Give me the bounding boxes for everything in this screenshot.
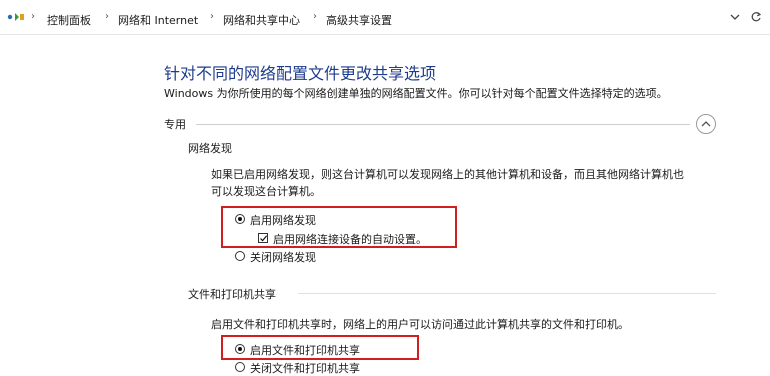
control-panel-icon [7, 11, 25, 23]
network-discovery-description: 如果已启用网络发现，则这台计算机可以发现网络上的其他计算机和设备，而且其他网络计… [211, 166, 711, 200]
radio-unselected[interactable] [235, 251, 245, 261]
breadcrumb-control-panel[interactable]: 控制面板 [47, 12, 91, 28]
file-printer-sharing-description: 启用文件和打印机共享时，网络上的用户可以访问通过此计算机共享的文件和打印机。 [211, 318, 629, 331]
divider [298, 293, 716, 294]
collapse-button[interactable] [696, 114, 716, 134]
breadcrumb-separator: › [210, 11, 214, 22]
profile-label: 专用 [164, 118, 186, 131]
address-bar[interactable]: › 控制面板 › 网络和 Internet › 网络和共享中心 › 高级共享设置 [0, 0, 770, 35]
highlight-box [221, 206, 457, 248]
highlight-box [221, 335, 419, 360]
chevron-down-icon[interactable] [730, 12, 740, 22]
page-title: 针对不同的网络配置文件更改共享选项 [164, 64, 437, 83]
breadcrumb-separator: › [313, 11, 317, 22]
breadcrumb-advanced-sharing[interactable]: 高级共享设置 [326, 12, 392, 28]
profile-section-header: 专用 [164, 114, 724, 134]
radio-unselected[interactable] [235, 362, 245, 372]
network-discovery-description-line: 可以发现这台计算机。 [211, 185, 321, 198]
address-bar-controls [730, 8, 766, 26]
breadcrumb-network-internet[interactable]: 网络和 Internet [118, 12, 198, 28]
breadcrumb-separator: › [105, 11, 109, 22]
refresh-icon[interactable] [750, 11, 762, 23]
breadcrumb-separator: › [31, 11, 35, 22]
radio-label: 关闭文件和打印机共享 [250, 362, 360, 375]
file-printer-sharing-heading: 文件和打印机共享 [188, 288, 276, 301]
breadcrumb-network-sharing-center[interactable]: 网络和共享中心 [223, 12, 300, 28]
chevron-up-icon [701, 121, 711, 127]
network-discovery-heading: 网络发现 [188, 142, 232, 155]
network-discovery-description-line: 如果已启用网络发现，则这台计算机可以发现网络上的其他计算机和设备，而且其他网络计… [211, 168, 684, 181]
page-description: Windows 为你所使用的每个网络创建单独的网络配置文件。你可以针对每个配置文… [164, 87, 668, 100]
divider [196, 124, 690, 125]
radio-label: 关闭网络发现 [250, 251, 316, 264]
